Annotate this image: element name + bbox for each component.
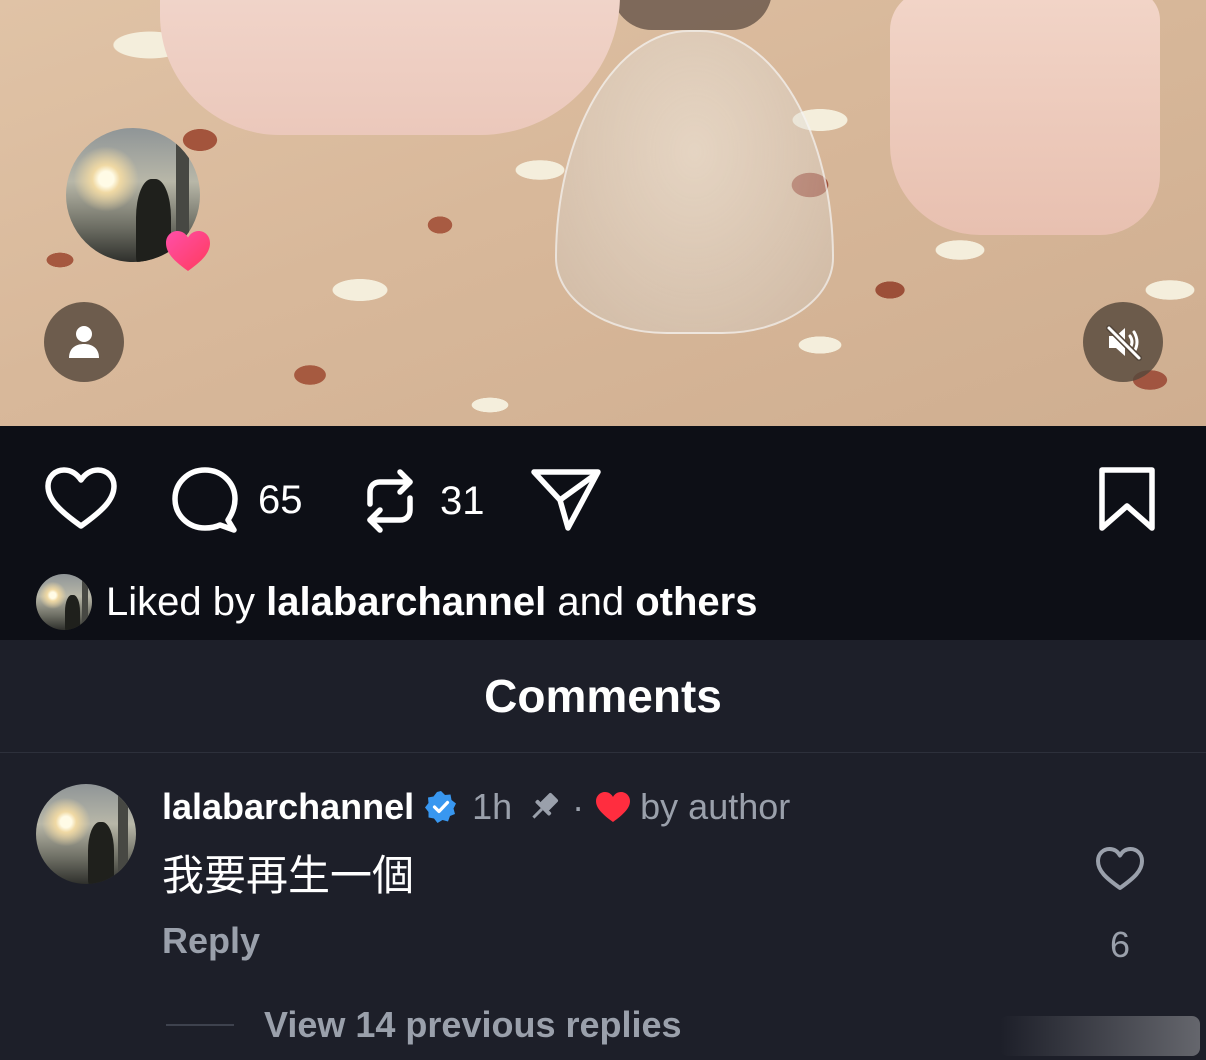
view-replies-label: View 14 previous replies [264,1004,682,1045]
share-button[interactable] [530,466,602,534]
silicone-cup [555,30,834,334]
silhouette [88,822,114,884]
liked-by-row[interactable]: Liked by lalabarchannel and others [36,574,757,630]
commenter-avatar-photo [36,784,136,884]
reply-button[interactable]: Reply [162,920,260,962]
mute-button[interactable] [1083,302,1163,382]
save-button[interactable] [1098,466,1156,532]
comment-like-icon[interactable] [1094,844,1146,892]
send-icon [531,469,601,531]
comments-sheet: Comments lalabarchannel 1h · by author 我… [0,640,1206,1060]
pin-icon [532,792,559,819]
speaker-muted-icon [1106,325,1142,361]
comment-bubble-icon [172,467,238,533]
verified-badge-icon [425,791,457,823]
child-hand-left [160,0,620,135]
comment-text: 我要再生一個 [162,851,415,900]
window-frame [118,784,128,884]
heart-outline-icon [45,467,117,529]
repost-icon [367,469,413,533]
comment-separator: · [572,786,585,827]
like-button[interactable] [44,466,118,532]
repost-count: 31 [440,478,485,523]
comment-count: 65 [258,477,303,522]
silhouette [65,595,80,630]
comment-header: lalabarchannel 1h · by author [162,786,790,828]
person-icon [69,326,99,358]
liker-avatar-photo [36,574,92,630]
liker-avatar [36,574,92,630]
bookmark-icon [1099,467,1155,531]
window-frame [81,574,88,630]
comment-like-count: 6 [1109,924,1131,965]
liked-by-author-label: by author [640,786,791,827]
view-previous-replies[interactable]: View 14 previous replies [166,1004,682,1046]
comment-username[interactable]: lalabarchannel [162,786,414,828]
liked-by-middle: and [546,579,636,624]
heart-icon [166,231,210,271]
post-video[interactable] [0,0,1206,426]
liked-by-user[interactable]: lalabarchannel [266,580,546,625]
comment-time: 1h [472,786,513,827]
replies-divider [166,1024,234,1026]
post-action-bar: 65 31 Liked by lalabarchannel and others [0,426,1206,640]
repost-button[interactable]: 31 [358,466,485,536]
jar-lid [612,0,772,30]
child-hand-right [890,0,1160,235]
liked-by-others[interactable]: others [635,580,757,625]
profile-button[interactable] [44,302,124,382]
liked-by-prefix: Liked by [106,579,267,624]
commenter-avatar[interactable] [36,784,136,884]
author-heart-icon [596,792,631,822]
comments-title: Comments [0,640,1206,753]
comment-button[interactable]: 65 [170,466,303,534]
watermark [1000,1016,1200,1056]
